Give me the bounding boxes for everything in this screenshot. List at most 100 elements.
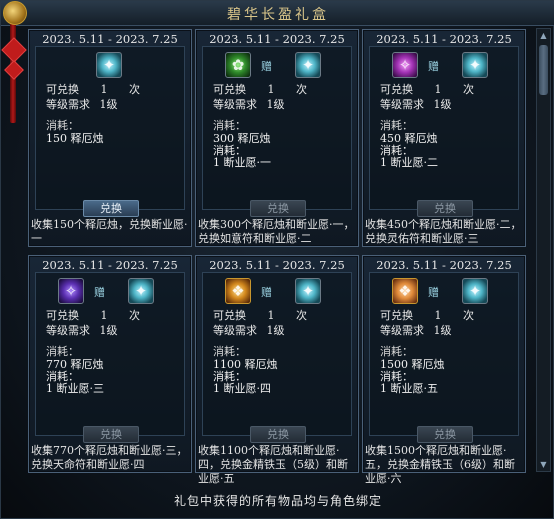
level-row: 等级需求 1级 (46, 96, 118, 112)
level-row: 等级需求 1级 (380, 322, 452, 338)
jade-lv5-icon[interactable]: ❖ (225, 278, 251, 304)
card-description: 收集770个释厄烛和断业愿·三，兑换天命符和断业愿·四 (31, 444, 188, 471)
times-unit: 次 (463, 309, 474, 322)
level-req-label: 等级需求 (213, 324, 257, 337)
cost-line: 1 断业愿·二 (380, 156, 438, 169)
card-body: ❖ 赠 ✦ 可兑换 1 次 等级需求 1级 消耗： 1100 释厄烛 消耗： 1 断业愿·… (202, 272, 352, 436)
date-range: 2023. 5.11 - 2023. 7.25 (209, 32, 345, 46)
times-unit: 次 (129, 83, 140, 96)
target-item-icon[interactable]: ✦ (128, 278, 154, 304)
card-description: 收集1500个释厄烛和断业愿·五，兑换金精铁玉（6级）和断业愿·六 (365, 444, 515, 485)
ruyi-talisman-icon[interactable]: ✿ (225, 52, 251, 78)
card-body: ✧ 赠 ✦ 可兑换 1 次 等级需求 1级 消耗： 450 释厄烛 消耗： 1 断业愿·二 (369, 46, 519, 210)
scroll-up-icon[interactable]: ▲ (538, 30, 549, 41)
card-description: 收集1100个释厄烛和断业愿·四，兑换金精铁玉（5级）和断业愿·五 (198, 444, 348, 485)
exchange-count: 1 (434, 83, 442, 96)
cost-line: 1 断业愿·一 (213, 156, 271, 169)
gift-box-window: 碧华长盈礼盒 ▲ ▼ 2023. 5.11 - 2023. 7.25 ✦ 可兑换 … (0, 0, 554, 519)
exchange-card: 2023. 5.11 - 2023. 7.25 ✿ 赠 ✦ 可兑换 1 次 等级需求 … (195, 29, 359, 247)
gift-label: 赠 (428, 60, 439, 73)
lion-ornament-icon (3, 1, 27, 25)
exchange-count: 1 (434, 309, 442, 322)
exchangeable-label: 可兑换 (380, 309, 413, 322)
level-value: 1级 (266, 98, 285, 111)
exchangeable-label: 可兑换 (46, 309, 79, 322)
level-value: 1级 (433, 98, 452, 111)
level-row: 等级需求 1级 (213, 322, 285, 338)
exchange-card: 2023. 5.11 - 2023. 7.25 ❖ 赠 ✦ 可兑换 1 次 等级需求 … (362, 255, 526, 485)
exchange-card: 2023. 5.11 - 2023. 7.25 ✦ 可兑换 1 次 等级需求 1级… (28, 29, 192, 247)
date-range: 2023. 5.11 - 2023. 7.25 (209, 258, 345, 272)
exchangeable-label: 可兑换 (213, 309, 246, 322)
card-body: ✦ 可兑换 1 次 等级需求 1级 消耗： 150 释厄烛 (35, 46, 185, 210)
card-body: ❖ 赠 ✦ 可兑换 1 次 等级需求 1级 消耗： 1500 释厄烛 消耗： 1 断业愿·… (369, 272, 519, 436)
card-description: 收集450个释厄烛和断业愿·二，兑换灵佑符和断业愿·三 (365, 218, 522, 245)
exchange-button[interactable]: 兑换 (250, 200, 306, 217)
level-row: 等级需求 1级 (380, 96, 452, 112)
level-req-label: 等级需求 (380, 98, 424, 111)
level-value: 1级 (99, 324, 118, 337)
exchange-count-row: 可兑换 1 次 (46, 307, 140, 323)
date-range: 2023. 5.11 - 2023. 7.25 (42, 258, 178, 272)
gift-label: 赠 (261, 286, 272, 299)
level-req-label: 等级需求 (380, 324, 424, 337)
card-body: ✿ 赠 ✦ 可兑换 1 次 等级需求 1级 消耗： 300 释厄烛 消耗： 1 断业愿·一 (202, 46, 352, 210)
date-range: 2023. 5.11 - 2023. 7.25 (42, 32, 178, 46)
level-row: 等级需求 1级 (213, 96, 285, 112)
target-item-icon[interactable]: ✦ (462, 52, 488, 78)
knot-decoration-icon (1, 37, 27, 63)
target-item-icon[interactable]: ✦ (96, 52, 122, 78)
cost-line: 1 断业愿·五 (380, 382, 438, 395)
exchangeable-label: 可兑换 (380, 83, 413, 96)
exchange-count-row: 可兑换 1 次 (213, 81, 307, 97)
jade-lv6-icon[interactable]: ❖ (392, 278, 418, 304)
binding-note: 礼包中获得的所有物品均与角色绑定 (173, 494, 382, 508)
exchange-button[interactable]: 兑换 (417, 426, 473, 443)
knot-decoration-icon (4, 60, 24, 80)
gift-label: 赠 (94, 286, 105, 299)
exchange-button[interactable]: 兑换 (83, 200, 139, 217)
exchange-count: 1 (100, 309, 108, 322)
target-item-icon[interactable]: ✦ (295, 278, 321, 304)
date-range: 2023. 5.11 - 2023. 7.25 (376, 32, 512, 46)
level-row: 等级需求 1级 (46, 322, 118, 338)
level-value: 1级 (99, 98, 118, 111)
gift-label: 赠 (428, 286, 439, 299)
exchange-count-row: 可兑换 1 次 (213, 307, 307, 323)
times-unit: 次 (463, 83, 474, 96)
level-req-label: 等级需求 (46, 324, 90, 337)
exchangeable-label: 可兑换 (213, 83, 246, 96)
exchange-count: 1 (267, 309, 275, 322)
level-req-label: 等级需求 (213, 98, 257, 111)
window-title: 碧华长盈礼盒 (227, 7, 329, 23)
exchange-button[interactable]: 兑换 (83, 426, 139, 443)
exchange-card: 2023. 5.11 - 2023. 7.25 ❖ 赠 ✦ 可兑换 1 次 等级需求 … (195, 255, 359, 485)
target-item-icon[interactable]: ✦ (462, 278, 488, 304)
gift-label: 赠 (261, 60, 272, 73)
times-unit: 次 (296, 83, 307, 96)
times-unit: 次 (296, 309, 307, 322)
exchange-button[interactable]: 兑换 (250, 426, 306, 443)
scroll-thumb[interactable] (539, 45, 548, 95)
scroll-down-icon[interactable]: ▼ (538, 459, 549, 470)
exchange-count: 1 (100, 83, 108, 96)
card-description: 收集300个释厄烛和断业愿·一，兑换如意符和断业愿·二 (198, 218, 355, 245)
target-item-icon[interactable]: ✦ (295, 52, 321, 78)
exchange-count-row: 可兑换 1 次 (380, 307, 474, 323)
exchange-button[interactable]: 兑换 (417, 200, 473, 217)
tianming-talisman-icon[interactable]: ✧ (58, 278, 84, 304)
exchange-card: 2023. 5.11 - 2023. 7.25 ✧ 赠 ✦ 可兑换 1 次 等级需求 … (362, 29, 526, 247)
exchangeable-label: 可兑换 (46, 83, 79, 96)
level-value: 1级 (266, 324, 285, 337)
level-req-label: 等级需求 (46, 98, 90, 111)
lingyou-talisman-icon[interactable]: ✧ (392, 52, 418, 78)
exchange-count-row: 可兑换 1 次 (380, 81, 474, 97)
scrollbar[interactable]: ▲ ▼ (536, 28, 551, 472)
exchange-count: 1 (267, 83, 275, 96)
cost-line: 1 断业愿·四 (213, 382, 271, 395)
cost-line: 1 断业愿·三 (46, 382, 104, 395)
exchange-count-row: 可兑换 1 次 (46, 81, 140, 97)
date-range: 2023. 5.11 - 2023. 7.25 (376, 258, 512, 272)
title-bar: 碧华长盈礼盒 (1, 1, 554, 26)
level-value: 1级 (433, 324, 452, 337)
